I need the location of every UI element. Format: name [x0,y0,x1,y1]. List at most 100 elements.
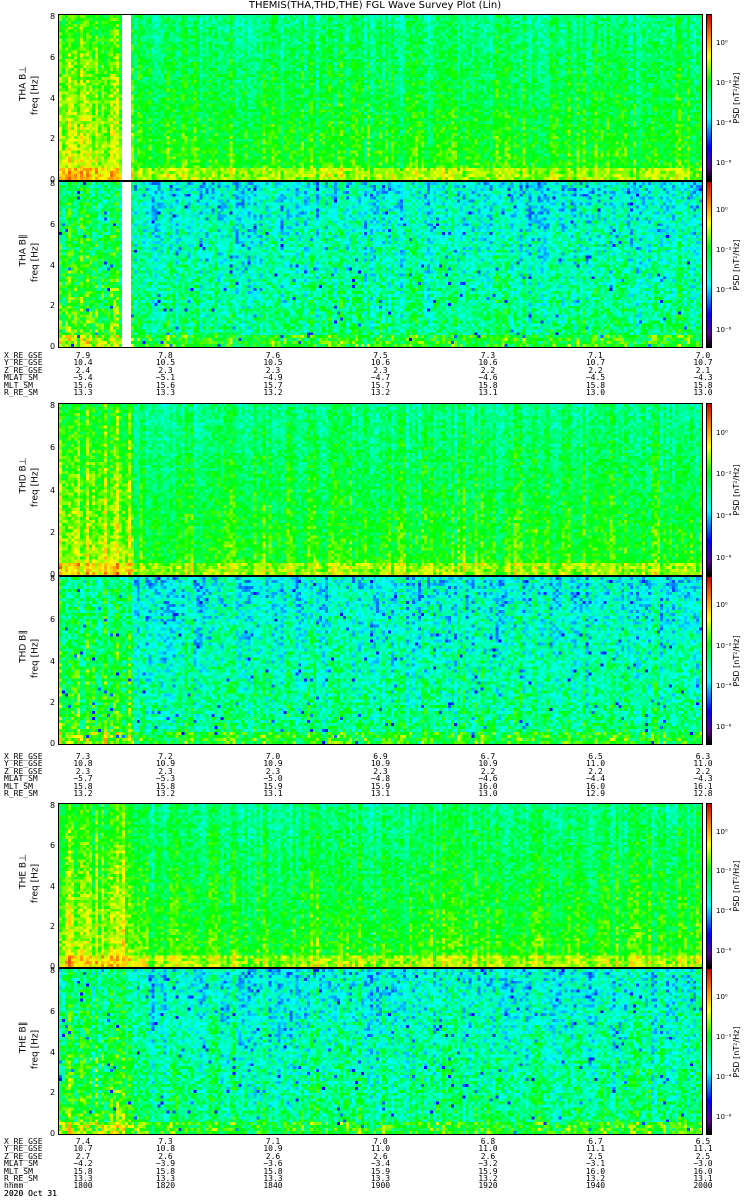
spectrogram-image [59,577,702,744]
y-tick-label: 4 [50,1047,56,1057]
y-tick-label: 0 [50,342,56,351]
spectrogram-image [59,969,702,1134]
y-axis-label: freq [Hz] [30,863,41,903]
colorbar-tick-label: 10⁻⁶ [716,723,732,732]
colorbar-tick-label: 10⁻⁴ [716,511,732,520]
colorbar-tick-label: 10⁻⁴ [716,286,732,295]
colorbar-tick-label: 10⁻⁴ [716,682,732,691]
colorbar [706,181,712,348]
colorbar-tick-label: 10⁻² [716,246,732,255]
colorbar-tick-label: 10⁻² [716,470,732,479]
panel-label: THE B∥ [18,1021,29,1053]
colorbar-tick-label: 10⁰ [716,601,728,610]
spectrogram-panel-par [58,576,703,745]
spectrogram-panel-par [58,968,703,1135]
ephemeris-value: 13.0 [585,388,606,397]
colorbar-label: PSD [nT²/Hz] [732,1026,741,1077]
y-tick-label: 4 [50,485,56,495]
ephemeris-value: 1800 [73,1181,93,1191]
y-tick-label: 2 [50,1088,56,1098]
y-tick-label: 8 [50,401,56,410]
y-tick-label: 2 [50,527,56,537]
ephemeris-value: 13.3 [155,388,176,397]
ephemeris-value: 1820 [155,1181,176,1191]
colorbar-tick-label: 10⁻⁶ [716,553,732,562]
ephemeris-value: 13.3 [73,388,93,397]
wave-survey-plot: THEMIS(THA,THD,THE) FGL Wave Survey Plot… [0,0,750,1200]
y-tick-label: 6 [50,841,56,851]
y-tick-label: 4 [50,881,56,891]
spectrogram-image [59,804,702,967]
colorbar-tick-label: 10⁰ [716,39,728,48]
spectrogram-image [59,404,702,575]
y-axis-label: freq [Hz] [30,242,41,282]
ephemeris-value: 1840 [263,1181,283,1191]
y-tick-label: 6 [50,443,56,453]
y-tick-label: 4 [50,93,56,103]
plot-date: 2020 Oct 31 [4,1188,57,1198]
colorbar-tick-label: 10⁻⁶ [716,946,732,955]
y-tick-label: 8 [50,12,56,21]
ephemeris-value: 13.1 [370,789,391,798]
y-tick-label: 6 [50,615,56,625]
colorbar [706,403,712,576]
spectrogram-image [59,15,702,180]
y-tick-label: 2 [50,134,56,144]
colorbar-tick-label: 10⁻⁴ [716,119,732,128]
colorbar-tick-label: 10⁻² [716,79,732,88]
colorbar-tick-label: 10⁻⁴ [716,906,732,915]
spectrogram-panel-perp [58,803,703,968]
y-tick-label: 8 [50,966,56,975]
ephemeris-label: R_RE_SM [4,388,38,397]
y-tick-label: 0 [50,1129,56,1138]
colorbar-label: PSD [nT²/Hz] [732,72,741,123]
colorbar-tick-label: 10⁻² [716,1033,732,1042]
y-tick-label: 8 [50,179,56,188]
colorbar [706,14,712,181]
y-tick-label: 4 [50,656,56,666]
colorbar-tick-label: 10⁻⁶ [716,159,732,168]
panel-label: THD B∥ [18,629,29,663]
colorbar [706,803,712,968]
y-tick-label: 6 [50,1006,56,1016]
panel-label: THA B∥ [18,234,29,266]
spectrogram-panel-perp [58,14,703,181]
ephemeris-value: 13.1 [263,789,283,798]
y-tick-label: 2 [50,921,56,931]
ephemeris-label: R_RE_SM [4,789,38,798]
y-tick-label: 6 [50,219,56,229]
panel-label: THA B⊥ [18,65,29,101]
ephemeris-value: 13.2 [73,789,93,798]
colorbar-tick-label: 10⁻⁶ [716,326,732,335]
ephemeris-value: 13.2 [155,789,176,798]
ephemeris-value: 12.9 [585,789,606,798]
colorbar-tick-label: 10⁻² [716,641,732,650]
colorbar-label: PSD [nT²/Hz] [732,860,741,911]
ephemeris-value: 13.2 [370,388,391,397]
colorbar-tick-label: 10⁰ [716,206,728,215]
y-axis-label: freq [Hz] [30,638,41,678]
y-tick-label: 0 [50,739,56,748]
y-tick-label: 4 [50,260,56,270]
spectrogram-image [59,182,702,347]
ephemeris-value: 12.8 [693,789,713,798]
y-axis-label: freq [Hz] [30,75,41,115]
panel-label: THD B⊥ [18,456,29,494]
ephemeris-value: 13.2 [263,388,283,397]
ephemeris-value: 1940 [585,1181,606,1191]
y-tick-label: 8 [50,801,56,810]
colorbar-tick-label: 10⁻² [716,867,732,876]
ephemeris-value: 1920 [478,1181,498,1191]
plot-title: THEMIS(THA,THD,THE) FGL Wave Survey Plot… [248,0,502,11]
colorbar-label: PSD [nT²/Hz] [732,464,741,515]
ephemeris-value: 13.0 [693,388,713,397]
colorbar-tick-label: 10⁻⁶ [716,1113,732,1122]
y-axis-label: freq [Hz] [30,467,41,507]
y-tick-label: 2 [50,697,56,707]
spectrogram-panel-par [58,181,703,348]
colorbar-tick-label: 10⁰ [716,827,728,836]
y-tick-label: 6 [50,52,56,62]
y-tick-label: 8 [50,574,56,583]
ephemeris-value: 2000 [693,1181,713,1191]
colorbar-label: PSD [nT²/Hz] [732,239,741,290]
